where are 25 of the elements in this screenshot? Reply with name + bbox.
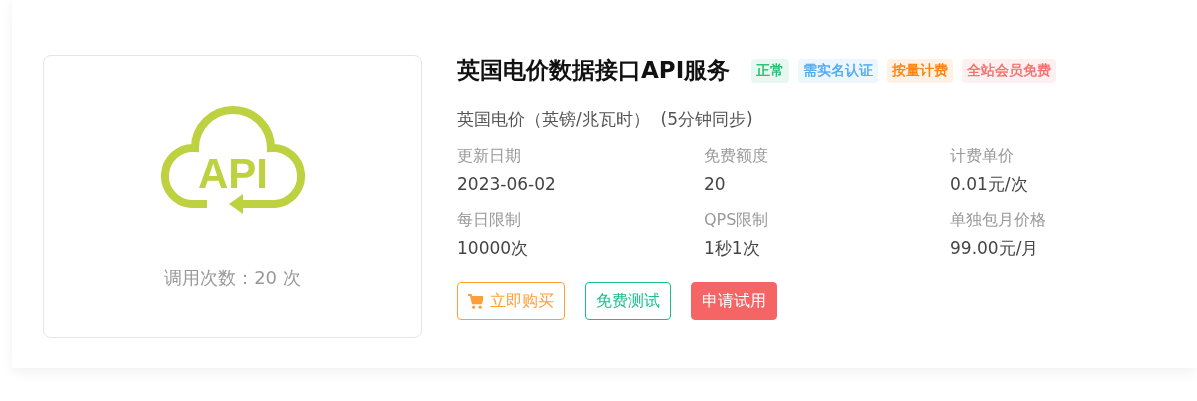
product-title: 英国电价数据接口API服务 [457,56,731,85]
field-label: 单独包月价格 [950,209,1047,231]
status-tag: 需实名认证 [798,58,879,83]
field-label: 免费额度 [704,145,769,167]
field-value: 10000次 [457,237,530,260]
status-tag: 按量计费 [887,58,954,83]
cloud-icon [160,106,305,214]
field-value: 0.01元/次 [950,173,1029,196]
status-tag: 全站会员免费 [962,58,1057,83]
field-label: 更新日期 [457,145,522,167]
field-label: 每日限制 [457,209,522,231]
field-value: 2023-06-02 [457,173,557,196]
product-subtitle: 英国电价（英镑/兆瓦时） (5分钟同步) [457,108,754,131]
field-value: 20 [704,173,727,196]
field-label: 计费单价 [950,145,1015,167]
field-value: 1秒1次 [704,237,761,260]
action-button[interactable]: 申请试用 [691,282,777,320]
logo-text: API [197,150,268,197]
field-value: 99.00元/月 [950,237,1040,260]
action-button[interactable]: 免费测试 [585,282,671,320]
call-count: 调用次数：20 次 [164,266,301,290]
action-button[interactable]: 立即购买 [457,282,565,320]
status-tag: 正常 [751,58,790,83]
cart-icon [468,293,483,309]
field-label: QPS限制 [704,209,770,231]
